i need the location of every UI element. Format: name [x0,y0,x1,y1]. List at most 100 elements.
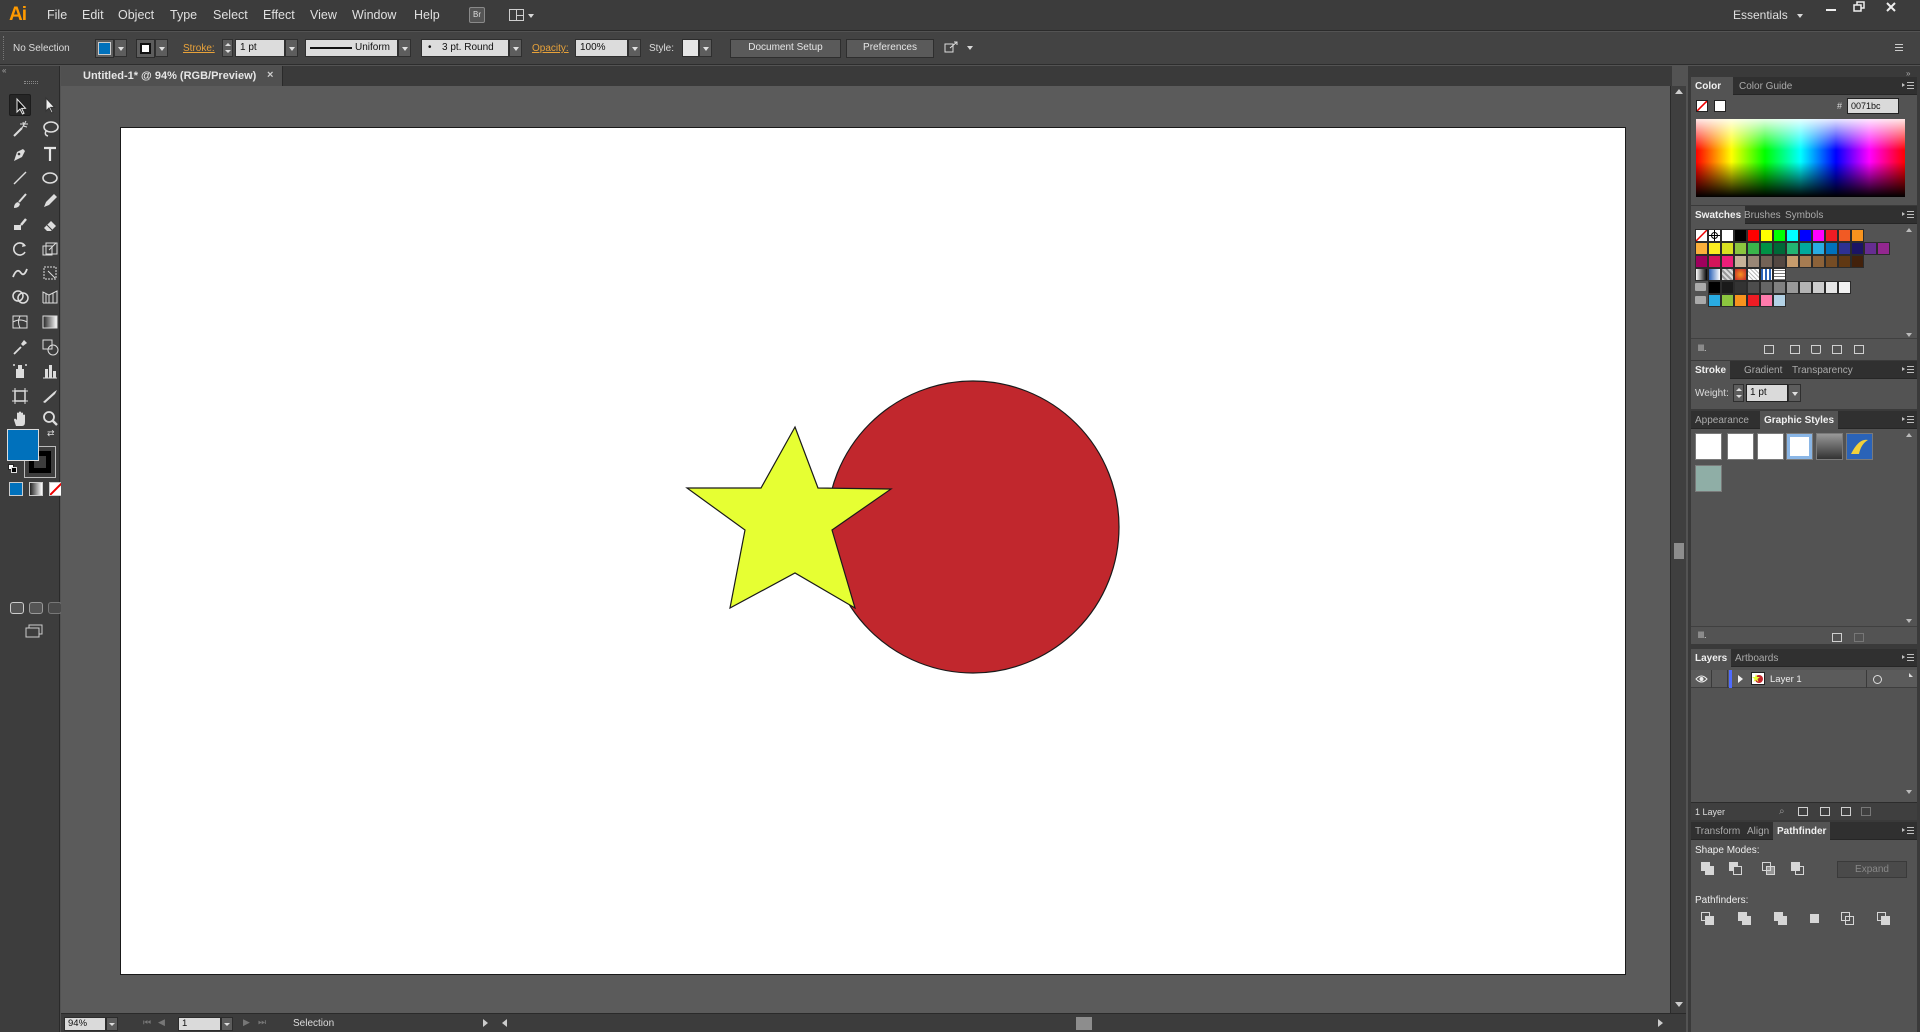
artboard-dropdown[interactable] [221,1017,233,1031]
preferences-button[interactable]: Preferences [846,39,934,58]
swatch-libraries-icon[interactable]: lll. [1698,343,1707,353]
tab-color-guide[interactable]: Color Guide [1735,77,1796,95]
delete-swatch-icon[interactable] [1854,345,1864,354]
swatch[interactable] [1851,242,1864,255]
pattern-swatch[interactable] [1747,268,1760,281]
tab-artboards[interactable]: Artboards [1731,649,1782,667]
none-color-chip[interactable] [1696,100,1708,112]
menu-view[interactable]: View [310,8,337,22]
tab-symbols[interactable]: Symbols [1781,206,1827,224]
previous-artboard-icon[interactable]: ◀ [158,1017,165,1028]
weight-field[interactable]: 1 pt [1746,384,1788,402]
swatch[interactable] [1747,294,1760,307]
swatches-panel-menu-icon[interactable] [1902,210,1914,219]
color-group-folder-icon[interactable] [1695,296,1706,304]
merge-icon[interactable] [1774,912,1788,926]
color-mode-button[interactable] [9,482,23,496]
graphic-style-2[interactable] [1727,433,1754,460]
swatch[interactable] [1721,242,1734,255]
ellipse-tool[interactable] [39,167,61,189]
menu-help[interactable]: Help [414,8,440,22]
rotate-tool[interactable] [9,238,31,260]
swatch[interactable] [1799,242,1812,255]
brush-definition[interactable]: • 3 pt. Round [421,39,509,57]
graphic-style-6[interactable] [1846,433,1873,460]
swatch[interactable] [1734,229,1747,242]
styles-scroll-up-icon[interactable] [1906,433,1912,437]
weight-stepper[interactable] [1733,384,1744,402]
variable-width-profile[interactable]: Uniform [305,39,398,57]
pencil-tool[interactable] [39,190,61,212]
tab-stroke[interactable]: Stroke [1691,361,1731,379]
swatch[interactable] [1708,242,1721,255]
swatch[interactable] [1721,255,1734,268]
zoom-dropdown[interactable] [106,1017,118,1031]
mesh-tool[interactable] [9,311,31,333]
swatch[interactable] [1773,255,1786,268]
zoom-tool[interactable] [39,408,61,430]
pattern-swatch[interactable] [1695,268,1708,281]
swatch[interactable] [1825,242,1838,255]
pattern-swatch[interactable] [1760,268,1773,281]
swatch[interactable] [1747,281,1760,294]
swatch[interactable] [1799,255,1812,268]
tab-color[interactable]: Color [1691,77,1733,95]
swatch[interactable] [1812,281,1825,294]
document-tab[interactable]: Untitled-1* @ 94% (RGB/Preview) × [61,66,283,86]
swatch[interactable] [1721,229,1734,242]
intersect-icon[interactable] [1762,862,1776,876]
free-transform-tool[interactable] [39,262,61,284]
outline-icon[interactable] [1841,912,1855,926]
swatch[interactable] [1747,229,1760,242]
close-tab-icon[interactable]: × [267,69,273,81]
next-artboard-icon[interactable]: ▶ [243,1017,250,1028]
profile-dropdown[interactable] [398,39,411,57]
type-tool[interactable] [39,143,61,165]
weight-dropdown[interactable] [1788,384,1801,402]
fill-swatch-button[interactable] [95,39,114,58]
lasso-tool[interactable] [39,118,61,140]
default-colors-icon[interactable] [8,464,18,474]
swatch[interactable] [1877,242,1890,255]
tab-swatches[interactable]: Swatches [1691,206,1746,224]
pattern-swatch[interactable] [1734,268,1747,281]
swatch[interactable] [1760,255,1773,268]
draw-behind-button[interactable] [29,602,43,614]
column-graph-tool[interactable] [39,360,61,382]
vertical-scroll-thumb[interactable] [1674,543,1684,559]
swatch[interactable] [1734,281,1747,294]
color-panel-menu-icon[interactable] [1902,81,1914,90]
swatch[interactable] [1799,229,1812,242]
scroll-right-icon[interactable] [1658,1019,1663,1027]
swatch[interactable] [1838,229,1851,242]
swatch[interactable] [1825,281,1838,294]
layers-scroll-down-icon[interactable] [1906,790,1912,794]
pattern-swatch[interactable] [1721,268,1734,281]
stroke-link[interactable]: Stroke: [183,43,215,54]
minus-front-icon[interactable] [1729,862,1743,876]
white-color-chip[interactable] [1714,100,1726,112]
stroke-weight-stepper[interactable] [222,39,233,57]
graphic-style-libraries-icon[interactable]: lll. [1698,630,1707,640]
warp-tool[interactable] [9,262,31,284]
shape-builder-tool[interactable] [9,286,31,308]
swatch[interactable] [1812,255,1825,268]
swatch[interactable] [1812,242,1825,255]
expand-layer-icon[interactable] [1738,675,1743,683]
swatch[interactable] [1825,255,1838,268]
locate-object-icon[interactable]: ⌕ [1779,806,1785,817]
menu-file[interactable]: File [47,8,67,22]
swatch[interactable] [1786,229,1799,242]
tab-align[interactable]: Align [1743,822,1773,840]
color-spectrum[interactable] [1696,119,1905,197]
swatches-scroll-up-icon[interactable] [1906,228,1912,232]
divide-icon[interactable] [1701,912,1715,926]
stroke-weight-dropdown[interactable] [285,39,298,57]
opacity-field[interactable]: 100% [575,39,628,57]
artboard-tool[interactable] [9,385,31,407]
control-panel-menu-icon[interactable] [1889,43,1903,53]
crop-icon[interactable] [1808,912,1822,926]
pattern-swatch[interactable] [1708,268,1721,281]
pattern-swatch[interactable] [1773,268,1786,281]
swatch[interactable] [1838,242,1851,255]
